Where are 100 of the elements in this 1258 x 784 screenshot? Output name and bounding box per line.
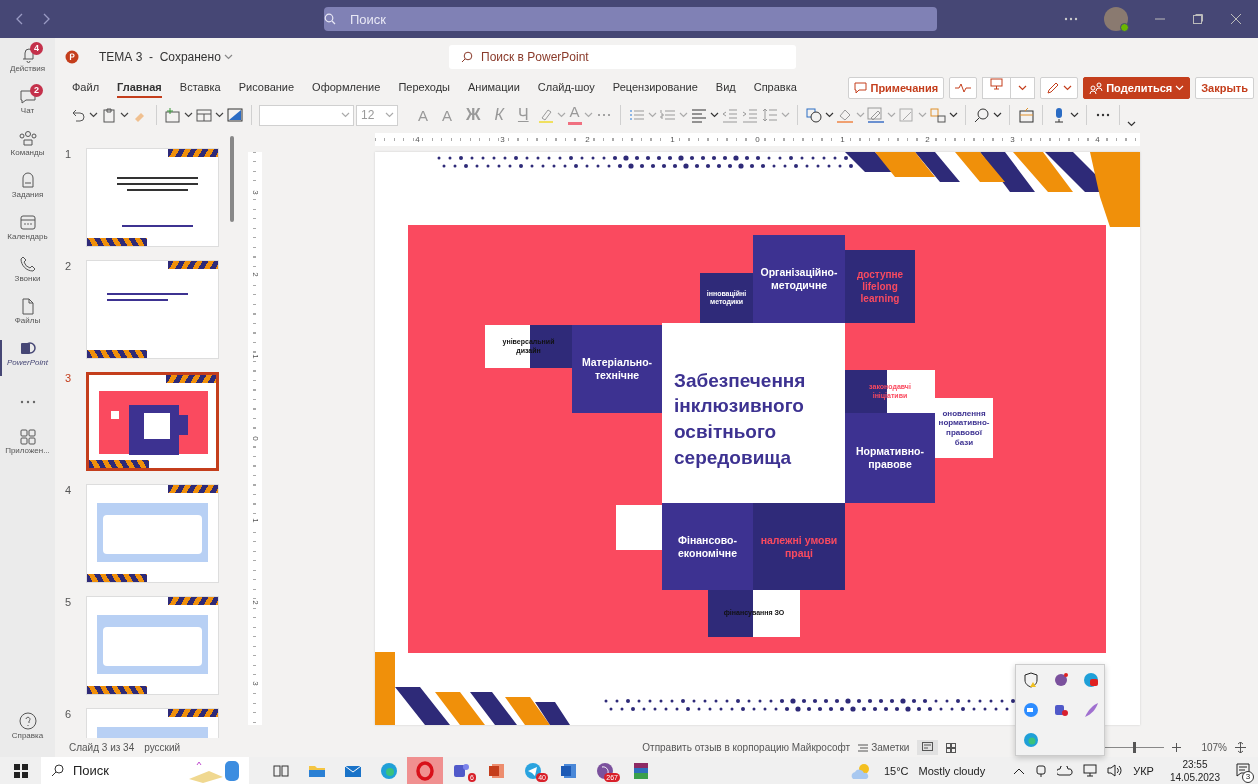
- activity-icon[interactable]: [955, 82, 972, 93]
- scrollbar-thumb[interactable]: [230, 136, 234, 222]
- caret-icon[interactable]: [709, 112, 719, 118]
- rail-item[interactable]: Файлы: [0, 296, 55, 336]
- powerpoint-logo-icon[interactable]: [65, 49, 79, 64]
- ribbon-tab[interactable]: Слайд-шоу: [537, 77, 595, 98]
- feather-icon[interactable]: [1083, 702, 1099, 718]
- rail-item[interactable]: Задания: [0, 170, 55, 210]
- messenger-icon[interactable]: [1053, 672, 1069, 688]
- close-icon[interactable]: [1230, 13, 1242, 25]
- zoom-in-icon[interactable]: [1172, 743, 1182, 752]
- ruler-number: 1: [839, 135, 846, 144]
- comment-icon: [854, 81, 868, 94]
- slide-sorter-icon[interactable]: [946, 742, 957, 753]
- caret-icon[interactable]: [1063, 84, 1073, 91]
- meet-icon[interactable]: [1035, 763, 1048, 778]
- clock[interactable]: 23:55 14.05.2023: [1169, 757, 1220, 784]
- caret-icon[interactable]: [824, 112, 834, 118]
- team-app-icon[interactable]: [1053, 702, 1069, 718]
- caret-icon[interactable]: [184, 112, 193, 118]
- more-icon[interactable]: [1064, 17, 1078, 21]
- slide-canvas[interactable]: [375, 152, 1140, 725]
- video-call-icon[interactable]: [1023, 702, 1039, 718]
- rail-item[interactable]: Команды: [0, 128, 55, 168]
- comments-button[interactable]: Примечания: [848, 76, 945, 99]
- chevron-up-icon[interactable]: [1013, 766, 1026, 775]
- ruler-number: 2: [250, 598, 260, 606]
- rail-item[interactable]: Календарь: [0, 212, 55, 252]
- ruler-number: 2: [924, 135, 931, 144]
- archive-icon: [631, 760, 651, 781]
- keyboard-language[interactable]: УКР: [1133, 764, 1154, 777]
- ribbon-tab[interactable]: Вставка: [179, 77, 221, 98]
- document-title[interactable]: ТЕМА 3 - Сохранено: [99, 49, 221, 64]
- caret-icon[interactable]: [1126, 121, 1136, 127]
- rail-item[interactable]: PowerPoint: [0, 338, 55, 378]
- square-shape: [616, 505, 662, 550]
- slide-thumbnail[interactable]: [86, 372, 219, 471]
- slide-number: 6: [65, 708, 73, 722]
- zoom-level[interactable]: 107%: [1201, 742, 1227, 753]
- ribbon-tab[interactable]: Переходы: [398, 77, 450, 98]
- cloud-icon[interactable]: [1057, 765, 1074, 776]
- normal-view-icon[interactable]: [922, 742, 934, 751]
- ribbon-tab[interactable]: Рисование: [238, 77, 295, 98]
- search-field[interactable]: Поиск в PowerPoint: [449, 44, 796, 69]
- slider-thumb[interactable]: [1133, 742, 1137, 753]
- browser-icon[interactable]: [1023, 732, 1039, 748]
- pen-icon[interactable]: [1046, 80, 1061, 95]
- caret-icon[interactable]: [120, 112, 129, 118]
- rail-item[interactable]: Действия 4: [0, 44, 55, 84]
- caret-icon[interactable]: [1069, 112, 1079, 118]
- ribbon-tab[interactable]: Оформление: [312, 77, 381, 98]
- diagram-block: Фінансово-економічне: [662, 503, 753, 590]
- fit-to-window-icon[interactable]: [1235, 742, 1246, 753]
- caret-icon[interactable]: [1018, 84, 1028, 91]
- ribbon-tab[interactable]: Файл: [72, 77, 100, 98]
- ribbon-tab[interactable]: Справка: [753, 77, 797, 98]
- line-spacing-icon[interactable]: [760, 107, 779, 123]
- search-icon[interactable]: [972, 107, 991, 123]
- ribbon-tab[interactable]: Рецензирование: [612, 77, 698, 98]
- caret-icon[interactable]: [89, 112, 98, 118]
- speaker-icon[interactable]: [1107, 764, 1124, 777]
- people-icon: [16, 128, 39, 148]
- rail-item[interactable]: Чат 2: [0, 86, 55, 126]
- rail-item[interactable]: Звонки: [0, 254, 55, 294]
- font-name-field[interactable]: [259, 104, 354, 126]
- ruler-number: 2: [584, 135, 591, 144]
- ribbon-tab[interactable]: Вид: [715, 77, 736, 98]
- layout-icon[interactable]: [195, 107, 213, 123]
- camera-icon[interactable]: [1083, 672, 1099, 688]
- caret-icon[interactable]: [215, 112, 224, 118]
- diagram-block: Організаційно-методичне: [753, 235, 845, 323]
- search-field[interactable]: Поиск: [41, 757, 249, 784]
- maximize-icon[interactable]: [1192, 13, 1204, 25]
- rail-item[interactable]: Приложен...: [0, 426, 55, 466]
- close-button[interactable]: Закрыть: [1195, 76, 1254, 99]
- notification-icon[interactable]: [1236, 762, 1250, 777]
- people-icon: [1089, 81, 1104, 94]
- ruler-number: 0: [250, 435, 260, 442]
- network-icon[interactable]: [1083, 764, 1098, 777]
- more-icon[interactable]: [19, 400, 36, 404]
- windows-start-icon[interactable]: [13, 763, 28, 778]
- caret-icon[interactable]: [948, 112, 958, 118]
- rail-item[interactable]: Справка: [0, 711, 55, 751]
- caret-icon[interactable]: [992, 112, 1002, 118]
- ribbon-tab[interactable]: Анимации: [468, 77, 520, 98]
- feedback-link[interactable]: Отправить отзыв в корпорацию Майкрософт: [642, 742, 851, 753]
- search-field[interactable]: Поиск: [324, 7, 937, 31]
- share-button[interactable]: Поделиться: [1083, 76, 1191, 99]
- shape-outline-icon[interactable]: [866, 107, 885, 123]
- notes-button[interactable]: Заметки: [858, 742, 910, 753]
- diagram-block: оновлення нормативно-правової бази: [935, 398, 993, 458]
- clipboard-icon[interactable]: [100, 107, 118, 123]
- notification-badge: 4: [30, 42, 43, 55]
- shield-icon[interactable]: [1023, 672, 1039, 688]
- background-icon[interactable]: [226, 107, 244, 123]
- designer-icon[interactable]: [1016, 107, 1035, 123]
- avatar[interactable]: [1104, 7, 1128, 31]
- shapes-icon[interactable]: [804, 107, 823, 123]
- language-button[interactable]: русский: [144, 742, 181, 753]
- ribbon-tab[interactable]: Главная: [117, 77, 162, 98]
